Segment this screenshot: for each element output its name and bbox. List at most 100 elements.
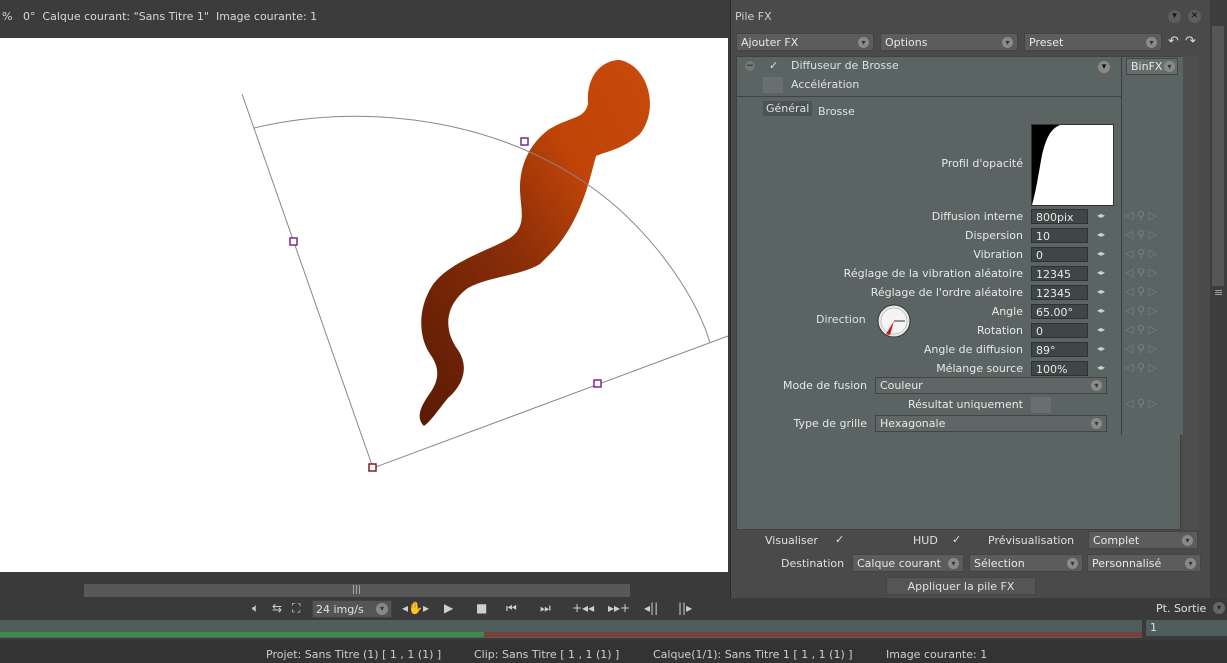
stack-scrollbar[interactable] [1183,56,1199,530]
guide-line-left [241,93,374,469]
param-value-field[interactable]: 12345 [1031,266,1088,281]
spin-arrows-icon[interactable]: ◂▸ [1095,210,1107,222]
preview-value: Complet [1093,534,1140,547]
keyframe-controls-icon[interactable]: ◁ ⚲ ▷ [1125,209,1157,222]
apply-fx-stack-button[interactable]: Appliquer la pile FX [886,577,1036,595]
destination-custom-dropdown[interactable]: Personnalisé ▾ [1087,554,1201,572]
status-bar: Projet: Sans Titre (1) [ 1 , 1 (1) ] Cli… [0,640,1227,663]
fps-dropdown[interactable]: 24 img/s ▾ [312,600,392,618]
tab-brush[interactable]: Brosse [818,105,855,118]
param-label: Mélange source [936,362,1023,375]
out-point-field[interactable]: 1 [1146,620,1227,636]
fullscreen-icon[interactable]: ⛶ [292,601,300,616]
keyframe-controls-icon[interactable]: ◁ ⚲ ▷ [1125,397,1157,410]
redo-icon[interactable]: ↷ [1185,34,1196,49]
effect-name: Diffuseur de Brosse [791,59,899,72]
chevron-down-icon: ▾ [1164,61,1175,72]
status-frame: Image courante: 1 [886,648,988,661]
binfx-column: BinFX ▾ [1121,57,1183,435]
param-value-field[interactable]: 65.00° [1031,304,1088,319]
keyframe-controls-icon[interactable]: ◁ ⚲ ▷ [1125,285,1157,298]
out-point-menu-icon[interactable]: ▾ [1213,602,1225,614]
first-frame-icon[interactable]: ⏮ [506,601,517,616]
drawing-canvas[interactable] [0,38,728,572]
close-icon[interactable]: ✕ [1188,10,1201,23]
destination-layer-dropdown[interactable]: Calque courant ▾ [852,554,964,572]
blend-mode-label: Mode de fusion [782,379,867,392]
chevron-down-icon: ▾ [1146,37,1157,48]
param-label: Vibration [973,248,1023,261]
param-value-field[interactable]: 0 [1031,323,1088,338]
visualize-label: Visualiser [765,534,818,547]
next-key-icon[interactable]: ▸▸+ [608,601,630,615]
param-value-field[interactable]: 89° [1031,342,1088,357]
chevron-down-icon: ▾ [1091,418,1102,429]
preview-dropdown[interactable]: Complet ▾ [1088,531,1198,549]
options-dropdown[interactable]: Options ▾ [880,33,1018,51]
param-label: Angle de diffusion [923,343,1023,356]
viewer-header: % 0° Calque courant: "Sans Titre 1" Imag… [0,0,730,36]
effect-menu-icon[interactable]: ▾ [1098,61,1110,73]
acceleration-checkbox[interactable] [763,77,783,93]
destination-selection-dropdown[interactable]: Sélection ▾ [969,554,1083,572]
spin-arrows-icon[interactable]: ◂▸ [1095,248,1107,260]
right-scrollbar[interactable] [1212,26,1224,286]
keyframe-controls-icon[interactable]: ◁ ⚲ ▷ [1125,266,1157,279]
destination-layer-value: Calque courant [857,557,941,570]
keyframe-controls-icon[interactable]: ◁ ⚲ ▷ [1125,304,1157,317]
keyframe-controls-icon[interactable]: ◁ ⚲ ▷ [1125,228,1157,241]
spin-arrows-icon[interactable]: ◂▸ [1095,286,1107,298]
prev-frame-icon[interactable]: ◂|| [644,601,658,615]
blend-mode-dropdown[interactable]: Couleur ▾ [875,377,1107,394]
preset-dropdown[interactable]: Preset ▾ [1024,33,1162,51]
prev-key-icon[interactable]: +◂◂ [572,601,594,615]
tab-general[interactable]: Général [763,101,813,116]
stop-icon[interactable]: ■ [476,601,487,615]
grip-icon[interactable]: ≡ [1214,286,1223,299]
effect-header: − ✓ Diffuseur de Brosse ▾ Accélération [737,57,1121,97]
spin-arrows-icon[interactable]: ◂▸ [1095,343,1107,355]
play-icon[interactable]: ▶ [444,601,453,615]
scrollbar-thumb[interactable]: ||| [352,585,361,595]
keyframe-controls-icon[interactable]: ◁ ⚲ ▷ [1125,342,1157,355]
grid-type-dropdown[interactable]: Hexagonale ▾ [875,415,1107,432]
panel-menu-icon[interactable]: ▾ [1168,10,1181,23]
curve-graph [1032,125,1060,205]
visualize-checkbox[interactable]: ✓ [835,533,844,546]
param-label: Réglage de l'ordre aléatoire [870,286,1023,299]
handle-right [593,379,602,388]
param-value-field[interactable]: 10 [1031,228,1088,243]
opacity-profile-curve[interactable] [1031,124,1114,206]
fps-value: 24 img/s [316,603,364,616]
binfx-dropdown[interactable]: BinFX ▾ [1126,58,1178,75]
options-label: Options [885,36,928,49]
param-value-field[interactable]: 800pix [1031,209,1088,224]
spin-arrows-icon[interactable]: ◂▸ [1095,267,1107,279]
horizontal-scrollbar[interactable]: ||| [0,572,730,598]
keyframe-controls-icon[interactable]: ◁ ⚲ ▷ [1125,361,1157,374]
result-only-checkbox[interactable] [1031,397,1051,413]
keyframe-controls-icon[interactable]: ◁ ⚲ ▷ [1125,323,1157,336]
keyframe-controls-icon[interactable]: ◁ ⚲ ▷ [1125,247,1157,260]
effect-enabled-checkbox[interactable]: ✓ [769,59,778,72]
spin-arrows-icon[interactable]: ◂▸ [1095,324,1107,336]
param-value-field[interactable]: 100% [1031,361,1088,376]
next-frame-icon[interactable]: ||▸ [678,601,692,615]
undo-icon[interactable]: ↶ [1168,34,1179,49]
param-value-field[interactable]: 12345 [1031,285,1088,300]
result-only-label: Résultat uniquement [907,398,1023,411]
param-value-field[interactable]: 0 [1031,247,1088,262]
collapse-icon[interactable]: − [745,61,755,71]
scrub-hand-icon[interactable]: ◂✋▸ [402,601,429,615]
add-fx-dropdown[interactable]: Ajouter FX ▾ [736,33,874,51]
last-frame-icon[interactable]: ⏭ [540,601,551,616]
param-label: Réglage de la vibration aléatoire [843,267,1023,280]
status-layer: Calque(1/1): Sans Titre 1 [ 1 , 1 (1) ] [653,648,853,661]
spin-arrows-icon[interactable]: ◂▸ [1095,229,1107,241]
spin-arrows-icon[interactable]: ◂▸ [1095,305,1107,317]
spin-arrows-icon[interactable]: ◂▸ [1095,362,1107,374]
viewer-info-text: % 0° Calque courant: "Sans Titre 1" Imag… [2,10,318,23]
loop-icon[interactable]: ⇆ [272,601,282,615]
hud-checkbox[interactable]: ✓ [952,533,961,546]
speaker-icon[interactable]: 🔈︎ [252,601,259,616]
